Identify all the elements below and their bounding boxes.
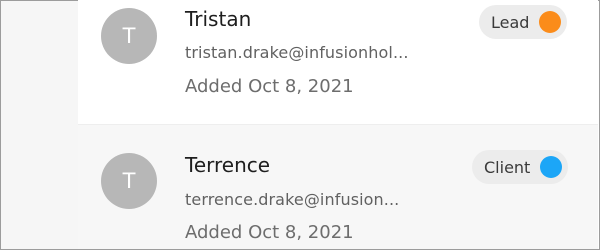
avatar-initial: T xyxy=(122,169,136,193)
status-badge[interactable]: Lead xyxy=(479,5,568,39)
contact-name: Tristan xyxy=(185,7,252,31)
avatar-initial: T xyxy=(122,24,136,48)
status-dot-icon xyxy=(539,11,562,33)
status-dot-icon xyxy=(540,156,563,178)
status-badge-label: Client xyxy=(484,157,531,177)
contact-email: tristan.drake@infusionhol... xyxy=(185,43,409,62)
contact-email: terrence.drake@infusion... xyxy=(185,190,400,209)
status-badge-label: Lead xyxy=(491,12,530,32)
contact-row-tristan[interactable]: T Lead xyxy=(78,0,598,124)
left-panel xyxy=(1,1,79,249)
status-badge[interactable]: Client xyxy=(472,150,569,184)
contact-name: Terrence xyxy=(185,153,271,177)
contact-added-date: Added Oct 8, 2021 xyxy=(185,222,354,243)
avatar: T xyxy=(101,153,157,209)
avatar: T xyxy=(101,8,157,64)
contact-added-date: Added Oct 8, 2021 xyxy=(185,76,354,97)
